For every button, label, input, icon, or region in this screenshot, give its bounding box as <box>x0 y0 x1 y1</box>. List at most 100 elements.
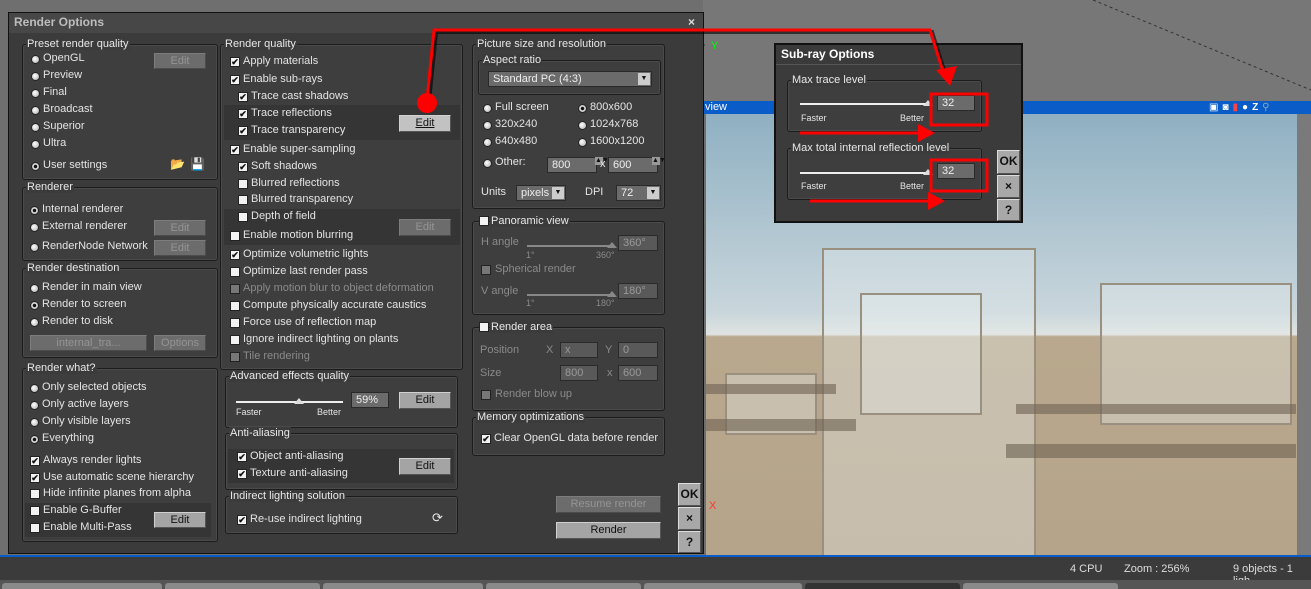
resolution-option-radio[interactable] <box>578 138 587 147</box>
renderer-option-radio[interactable] <box>30 223 39 232</box>
subray-help-button[interactable]: ? <box>997 199 1020 221</box>
max-tir-input[interactable]: 32 <box>937 163 975 179</box>
render-button[interactable]: Render <box>556 522 661 539</box>
destination-option-radio[interactable] <box>30 284 39 293</box>
advanced-quality-slider-thumb[interactable] <box>294 398 305 404</box>
ok-button[interactable]: OK <box>678 483 701 506</box>
preset-option-radio[interactable] <box>31 89 40 98</box>
resolution-option-radio[interactable] <box>578 121 587 130</box>
task-tab-active[interactable] <box>805 583 960 589</box>
antialias-edit-button[interactable]: Edit <box>399 458 451 475</box>
task-tab[interactable] <box>2 583 162 589</box>
preset-option-radio[interactable] <box>31 162 40 171</box>
max-trace-input[interactable]: 32 <box>937 95 975 111</box>
chevron-down-icon[interactable]: ▼ <box>647 187 659 199</box>
camera-cube-icon[interactable]: ▣ <box>1209 102 1222 113</box>
render-quality-item-checkbox[interactable]: ✔ <box>230 75 240 85</box>
preset-option-radio[interactable] <box>31 72 40 81</box>
subrays-edit-button[interactable]: Edit <box>399 115 451 132</box>
preset-option-radio[interactable] <box>31 106 40 115</box>
task-tab[interactable] <box>644 583 802 589</box>
preset-option-radio[interactable] <box>31 55 40 64</box>
render-quality-item-checkbox[interactable]: ✔ <box>230 250 240 260</box>
render-what-check-checkbox[interactable] <box>30 523 40 533</box>
render-quality-item-checkbox[interactable] <box>230 231 240 241</box>
task-tab[interactable] <box>486 583 641 589</box>
subray-cancel-button[interactable]: × <box>997 175 1020 198</box>
renderer-option-radio[interactable] <box>30 206 39 215</box>
max-tir-slider-thumb[interactable] <box>923 169 933 175</box>
resolution-option-radio[interactable] <box>483 138 492 147</box>
render-what-option-radio[interactable] <box>30 384 39 393</box>
rgb-channel-icon[interactable]: ▮ <box>1233 102 1243 113</box>
units-select[interactable]: pixels ▼ <box>516 185 566 201</box>
render-camera-icon[interactable]: ◙ <box>1222 102 1232 113</box>
picture-size-group-title: Picture size and resolution <box>476 38 608 50</box>
render-what-check-checkbox[interactable]: ✔ <box>30 456 40 466</box>
memory-item-checkbox[interactable]: ✔ <box>481 434 491 444</box>
render-quality-item-checkbox[interactable]: ✔ <box>238 109 248 119</box>
width-input[interactable]: 800 <box>547 157 597 173</box>
render-quality-item-checkbox[interactable]: ✔ <box>238 92 248 102</box>
zoom-icon[interactable]: ⚲ <box>1262 102 1273 113</box>
advanced-quality-slider[interactable] <box>236 401 343 403</box>
antialias-item-checkbox[interactable]: ✔ <box>237 469 247 479</box>
help-button[interactable]: ? <box>678 531 701 553</box>
resolution-option-radio[interactable] <box>483 159 492 168</box>
subray-ok-button[interactable]: OK <box>997 150 1020 174</box>
cancel-button[interactable]: × <box>678 507 701 530</box>
refresh-icon[interactable]: ⟳ <box>432 511 443 524</box>
antialias-item-checkbox[interactable]: ✔ <box>237 452 247 462</box>
render-quality-item-checkbox[interactable]: ✔ <box>238 162 248 172</box>
resolution-option-radio[interactable] <box>578 104 587 113</box>
task-tab[interactable] <box>165 583 320 589</box>
viewport-scrollbar[interactable] <box>1297 114 1311 555</box>
render-quality-item-checkbox[interactable]: ✔ <box>230 145 240 155</box>
close-button[interactable]: × <box>688 15 695 29</box>
max-trace-slider-thumb[interactable] <box>923 100 933 106</box>
resolution-option-radio[interactable] <box>483 104 492 113</box>
height-input[interactable]: 600 <box>608 157 658 173</box>
indirect-item-checkbox[interactable]: ✔ <box>237 515 247 525</box>
task-tab[interactable] <box>323 583 483 589</box>
render-quality-item-checkbox[interactable] <box>230 267 240 277</box>
render-what-check-checkbox[interactable] <box>30 506 40 516</box>
destination-option-radio[interactable] <box>30 301 39 310</box>
aspect-ratio-select[interactable]: Standard PC (4:3) ▼ <box>488 71 652 87</box>
spinner-icon[interactable]: ▲▼ <box>652 157 666 165</box>
destination-option-radio[interactable] <box>30 318 39 327</box>
panoramic-checkbox[interactable] <box>479 216 489 226</box>
render-quality-item-checkbox[interactable] <box>238 179 248 189</box>
alpha-channel-icon[interactable]: ● <box>1242 102 1252 113</box>
advanced-quality-value[interactable]: 59% <box>351 392 389 408</box>
render-what-check-checkbox[interactable]: ✔ <box>30 473 40 483</box>
render-area-checkbox[interactable] <box>479 322 489 332</box>
max-tir-slider[interactable] <box>800 172 928 174</box>
open-folder-icon[interactable]: 📂 <box>170 158 185 171</box>
resolution-option-radio[interactable] <box>483 121 492 130</box>
render-quality-item-checkbox[interactable]: ✔ <box>230 57 240 67</box>
chevron-down-icon[interactable]: ▼ <box>552 187 564 199</box>
save-disk-icon[interactable]: 💾 <box>190 158 205 171</box>
max-trace-slider[interactable] <box>800 103 928 105</box>
renderer-option-radio[interactable] <box>30 243 39 252</box>
task-tab[interactable] <box>963 583 1118 589</box>
preset-option-radio[interactable] <box>31 140 40 149</box>
gbuffer-edit-button[interactable]: Edit <box>154 512 206 528</box>
render-quality-item-checkbox[interactable] <box>230 318 240 328</box>
render-quality-item-label: Apply materials <box>243 55 319 67</box>
advanced-edit-button[interactable]: Edit <box>399 392 451 409</box>
render-quality-item-checkbox[interactable] <box>238 195 248 205</box>
render-what-option-radio[interactable] <box>30 418 39 427</box>
render-quality-item-checkbox[interactable] <box>238 212 248 222</box>
render-what-check-checkbox[interactable] <box>30 489 40 499</box>
render-quality-item-checkbox[interactable] <box>230 335 240 345</box>
chevron-down-icon[interactable]: ▼ <box>638 73 650 85</box>
render-quality-item-checkbox[interactable]: ✔ <box>238 126 248 136</box>
render-what-option-radio[interactable] <box>30 401 39 410</box>
render-quality-item-checkbox[interactable] <box>230 301 240 311</box>
dpi-select[interactable]: 72 ▼ <box>616 185 661 201</box>
render-what-option-radio[interactable] <box>30 435 39 444</box>
z-depth-icon[interactable]: Z <box>1252 102 1262 113</box>
preset-option-radio[interactable] <box>31 123 40 132</box>
